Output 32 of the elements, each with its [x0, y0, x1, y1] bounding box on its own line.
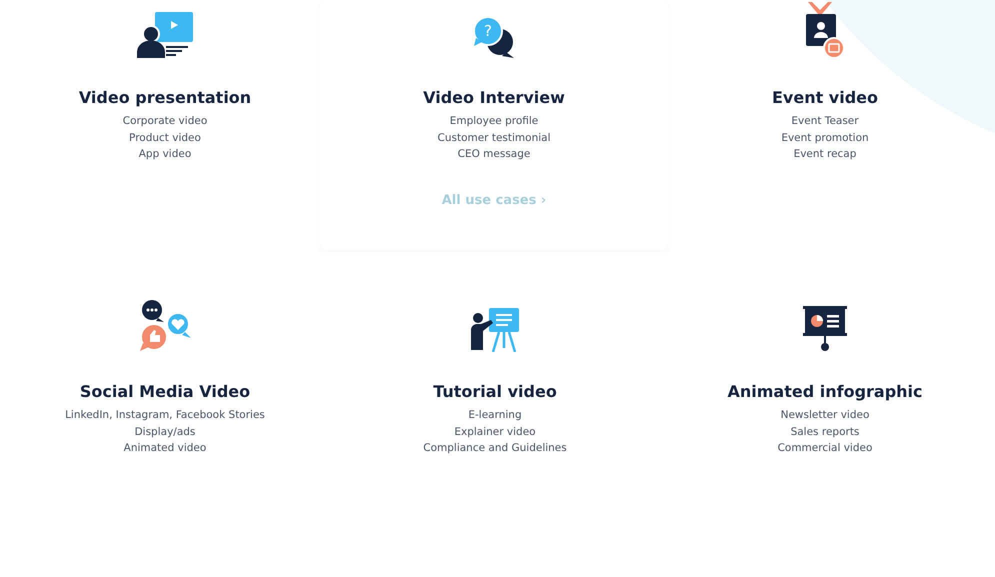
use-case-title: Tutorial video	[433, 382, 557, 402]
use-case-title: Video presentation	[78, 88, 252, 108]
chat-bubbles-icon	[473, 16, 514, 58]
use-case-item: Employee profile	[450, 114, 538, 129]
use-case-title: Animated infographic	[727, 382, 923, 402]
use-case-item: Event Teaser	[791, 114, 859, 129]
use-case-title: Event video	[772, 88, 878, 108]
question-mark: ?	[484, 22, 492, 40]
use-case-item: CEO message	[458, 147, 530, 162]
use-case-item: E-learning	[468, 408, 522, 423]
use-case-title: Video Interview	[423, 88, 565, 108]
use-case-item: Commercial video	[778, 441, 872, 456]
use-case-item: Newsletter video	[780, 408, 870, 423]
use-case-item: Display/ads	[134, 424, 196, 440]
use-case-item: Customer testimonial	[438, 130, 550, 146]
use-case-item: Sales reports	[790, 424, 860, 440]
projector-screen-icon	[803, 306, 847, 352]
id-badge-icon	[804, 2, 846, 58]
use-case-title: Social Media Video	[80, 382, 250, 402]
presentation-icon	[135, 12, 195, 58]
all-use-cases-link[interactable]: All use cases ›	[442, 190, 546, 210]
teacher-at-board-icon	[469, 308, 521, 352]
use-case-item: Compliance and Guidelines	[423, 441, 567, 456]
chat-bubbles-icon	[138, 298, 192, 352]
use-case-item: LinkedIn, Instagram, Facebook Stories	[65, 408, 265, 423]
use-case-item: Event promotion	[781, 130, 869, 146]
use-case-item: Explainer video	[454, 424, 536, 440]
use-case-item: App video	[138, 147, 192, 162]
use-case-item: Animated video	[124, 441, 206, 456]
use-case-item: Product video	[129, 130, 201, 146]
use-case-item: Corporate video	[122, 114, 208, 129]
use-case-item: Event recap	[794, 147, 856, 162]
